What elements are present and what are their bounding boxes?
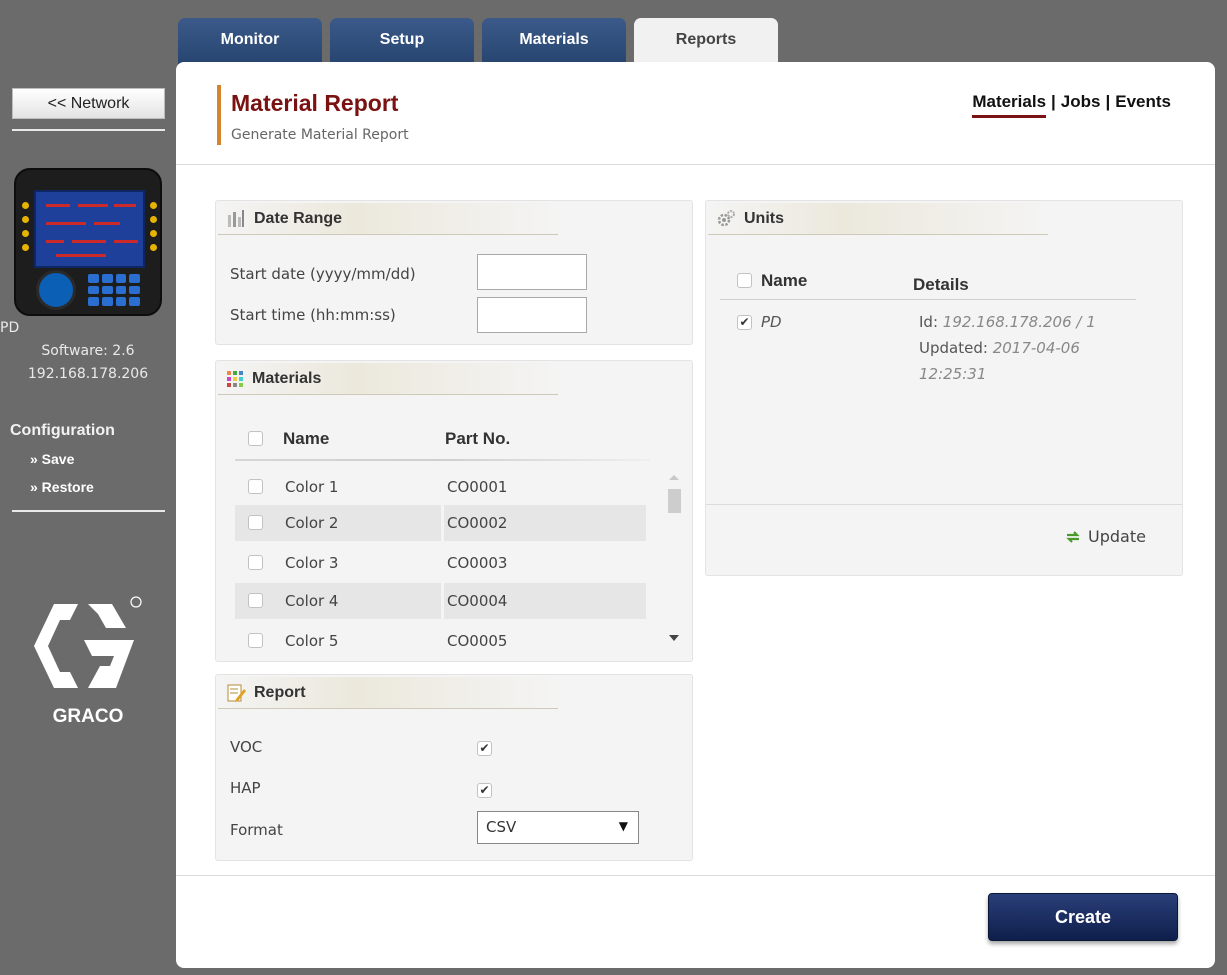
report-type-nav: Materials | Jobs | Events xyxy=(972,92,1171,118)
scroll-up-arrow-icon[interactable] xyxy=(669,475,679,480)
unit-checkbox[interactable]: ✔ xyxy=(737,315,752,330)
main-panel: Material Report Generate Material Report… xyxy=(176,62,1215,968)
sidebar-divider xyxy=(12,510,165,512)
unit-updated: Updated: 2017-04-06 xyxy=(919,339,1080,357)
header-accent-bar xyxy=(217,85,221,145)
page-title: Material Report xyxy=(231,90,399,116)
nav-materials-link[interactable]: Materials xyxy=(972,92,1047,118)
units-select-all-checkbox[interactable] xyxy=(737,273,752,288)
palette-icon xyxy=(227,370,243,387)
materials-col-part: Part No. xyxy=(445,429,511,448)
calendar-icon xyxy=(228,209,244,227)
device-image[interactable] xyxy=(14,168,162,316)
nav-separator: | xyxy=(1051,92,1056,111)
date-range-title: Date Range xyxy=(254,209,343,227)
tab-setup[interactable]: Setup xyxy=(330,18,474,64)
material-name: Color 2 xyxy=(285,514,339,532)
material-row[interactable]: Color 1 CO0001 xyxy=(235,469,646,505)
materials-col-name: Name xyxy=(283,429,330,448)
material-checkbox[interactable] xyxy=(248,593,263,608)
refresh-icon xyxy=(1066,530,1080,543)
voc-checkbox[interactable]: ✔ xyxy=(477,741,492,756)
tab-monitor[interactable]: Monitor xyxy=(178,18,322,64)
material-row[interactable]: Color 2 CO0002 xyxy=(235,505,646,541)
create-button[interactable]: Create xyxy=(988,893,1178,941)
sidebar: << Network PD Software: 2.6 192.168.178.… xyxy=(0,0,176,975)
nav-separator: | xyxy=(1105,92,1111,111)
materials-title: Materials xyxy=(252,369,322,387)
save-config-link[interactable]: » Save xyxy=(30,451,74,467)
material-row[interactable]: Color 3 CO0003 xyxy=(235,545,646,581)
gear-icon xyxy=(717,209,735,226)
start-date-label: Start date (yyyy/mm/dd) xyxy=(230,265,416,283)
update-button[interactable]: Update xyxy=(1064,527,1146,546)
start-time-input[interactable] xyxy=(477,297,587,333)
nav-jobs-link[interactable]: Jobs xyxy=(1061,92,1101,118)
unit-updated-time: 12:25:31 xyxy=(919,365,987,383)
material-checkbox[interactable] xyxy=(248,479,263,494)
sidebar-divider xyxy=(12,129,165,131)
voc-label: VOC xyxy=(230,738,263,756)
material-row[interactable]: Color 5 CO0005 xyxy=(235,623,646,659)
material-checkbox[interactable] xyxy=(248,555,263,570)
footer-divider xyxy=(176,875,1215,876)
update-label: Update xyxy=(1088,527,1146,546)
page-subtitle: Generate Material Report xyxy=(231,127,409,143)
scroll-thumb[interactable] xyxy=(668,489,681,513)
format-select[interactable]: CSV ▼ xyxy=(477,811,639,844)
material-checkbox[interactable] xyxy=(248,633,263,648)
restore-config-link[interactable]: » Restore xyxy=(30,479,94,495)
start-date-input[interactable] xyxy=(477,254,587,290)
material-name: Color 3 xyxy=(285,554,339,572)
start-time-label: Start time (hh:mm:ss) xyxy=(230,306,396,324)
material-row[interactable]: Color 4 CO0004 xyxy=(235,583,646,619)
format-select-value: CSV xyxy=(486,818,517,836)
scroll-down-arrow-icon[interactable] xyxy=(669,635,679,641)
units-col-name: Name xyxy=(761,271,808,290)
report-section: Report VOC ✔ HAP ✔ Format CSV ▼ xyxy=(215,674,693,861)
material-part: CO0003 xyxy=(447,554,508,572)
material-part: CO0004 xyxy=(447,592,508,610)
chevron-down-icon: ▼ xyxy=(618,819,628,833)
network-back-button[interactable]: << Network xyxy=(12,88,165,119)
tab-materials[interactable]: Materials xyxy=(482,18,626,64)
units-col-details: Details xyxy=(913,275,969,294)
date-range-section: Date Range Start date (yyyy/mm/dd) Start… xyxy=(215,200,693,345)
unit-id: Id: 192.168.178.206 / 1 xyxy=(919,313,1096,331)
material-part: CO0005 xyxy=(447,632,508,650)
materials-select-all-checkbox[interactable] xyxy=(248,431,263,446)
hap-label: HAP xyxy=(230,779,261,797)
device-software: Software: 2.6 xyxy=(41,343,135,359)
device-name: PD xyxy=(0,320,20,336)
materials-section: Materials Name Part No. Color 1 CO0001 C… xyxy=(215,360,693,662)
hap-checkbox[interactable]: ✔ xyxy=(477,783,492,798)
material-checkbox[interactable] xyxy=(248,515,263,530)
materials-scrollbar[interactable] xyxy=(666,469,682,655)
material-part: CO0002 xyxy=(447,514,508,532)
report-edit-icon xyxy=(227,684,246,702)
configuration-heading: Configuration xyxy=(10,422,115,439)
device-ip: 192.168.178.206 xyxy=(27,366,149,382)
report-title: Report xyxy=(254,683,306,701)
material-part: CO0001 xyxy=(447,478,508,496)
header-divider xyxy=(176,164,1215,165)
unit-name: PD xyxy=(761,313,782,331)
graco-logo-text: GRACO xyxy=(52,706,124,727)
material-name: Color 4 xyxy=(285,592,339,610)
format-label: Format xyxy=(230,821,283,839)
units-title: Units xyxy=(744,209,784,227)
nav-events-link[interactable]: Events xyxy=(1115,92,1171,118)
units-section: Units Name Details ✔ PD Id: 192.168.178.… xyxy=(705,200,1183,576)
material-name: Color 1 xyxy=(285,478,339,496)
material-name: Color 5 xyxy=(285,632,339,650)
